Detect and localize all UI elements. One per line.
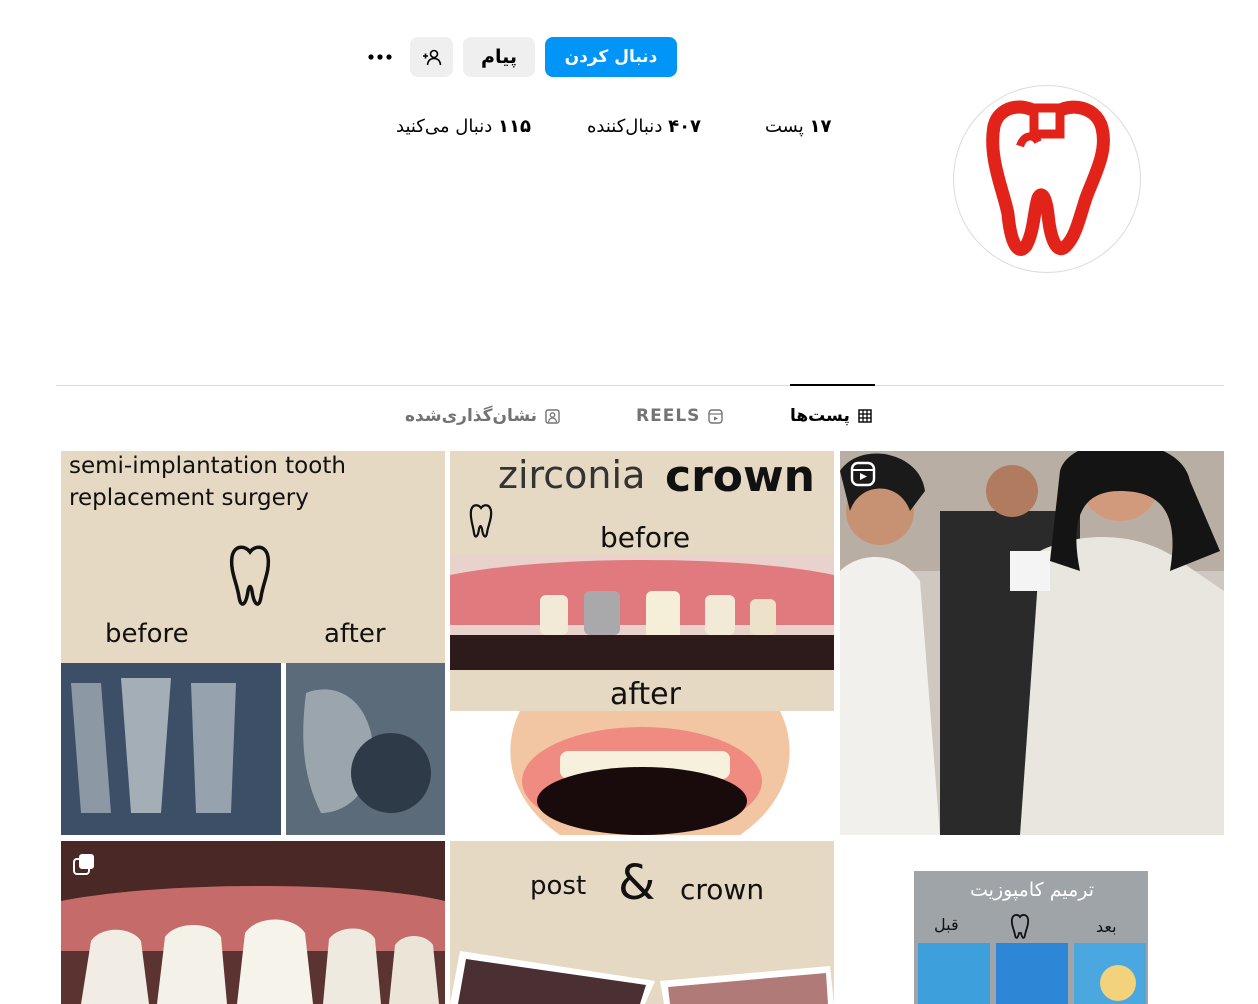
before-photo bbox=[450, 555, 834, 670]
follow-button[interactable]: دنبال کردن bbox=[545, 37, 677, 77]
post-line-2: replacement surgery bbox=[69, 485, 309, 511]
avatar[interactable] bbox=[953, 85, 1141, 273]
more-options-icon bbox=[368, 54, 392, 60]
post-composite[interactable]: ترمیم کامپوزیت قبل بعد bbox=[840, 841, 1224, 1004]
tooth-icon bbox=[469, 504, 493, 538]
post-ampersand: & bbox=[618, 855, 656, 911]
before-label: قبل bbox=[934, 915, 959, 934]
post-crown-photos bbox=[450, 951, 834, 1004]
following-count: ۱۱۵ bbox=[498, 116, 531, 137]
before-label: before bbox=[105, 619, 189, 649]
tab-reels[interactable]: REELS bbox=[636, 406, 724, 426]
post-word-1: post bbox=[530, 871, 587, 901]
tooth-logo bbox=[986, 100, 1110, 256]
tagged-icon bbox=[545, 408, 560, 424]
followers-count: ۴۰۷ bbox=[668, 116, 702, 137]
reel-badge-icon bbox=[850, 461, 876, 487]
tab-reels-label: REELS bbox=[636, 406, 701, 426]
after-label: after bbox=[324, 619, 386, 649]
post-title-1: zirconia bbox=[498, 453, 646, 497]
post-semi-implantation[interactable]: semi-implantation tooth replacement surg… bbox=[61, 451, 445, 835]
xray-photos bbox=[61, 663, 445, 835]
grid-icon bbox=[858, 409, 872, 423]
post-title-2: crown bbox=[665, 451, 815, 502]
followers-label: دنبال‌کننده bbox=[587, 116, 663, 137]
suggest-accounts-button[interactable] bbox=[410, 37, 453, 77]
after-photo bbox=[450, 711, 834, 835]
tooth-icon bbox=[1010, 914, 1030, 939]
posts-count: ۱۷ bbox=[809, 116, 832, 137]
reels-icon bbox=[708, 408, 724, 424]
post-carousel-teeth[interactable] bbox=[61, 841, 445, 1004]
composite-title: ترمیم کامپوزیت bbox=[970, 879, 1095, 901]
tab-tagged[interactable]: نشان‌گذاری‌شده bbox=[405, 406, 560, 426]
reel-photo bbox=[840, 451, 1224, 835]
following-label: دنبال می‌کنید bbox=[396, 116, 493, 137]
after-label: بعد bbox=[1096, 917, 1117, 936]
before-label: before bbox=[600, 521, 691, 554]
tooth-icon bbox=[229, 545, 271, 606]
more-options-button[interactable] bbox=[360, 37, 400, 77]
posts-label: پست bbox=[765, 116, 804, 137]
post-reel[interactable] bbox=[840, 451, 1224, 835]
tab-tagged-label: نشان‌گذاری‌شده bbox=[405, 406, 538, 426]
tabs-divider bbox=[56, 385, 1224, 386]
carousel-badge-icon bbox=[73, 854, 94, 875]
post-zirconia-crown[interactable]: zirconia crown before after bbox=[450, 451, 834, 835]
composite-photos bbox=[918, 943, 1146, 1004]
message-button[interactable]: پیام bbox=[463, 37, 535, 77]
tab-posts[interactable]: پست‌ها bbox=[790, 406, 872, 426]
person-plus-icon bbox=[422, 49, 441, 66]
teeth-photo bbox=[61, 841, 445, 1004]
post-post-and-crown[interactable]: post & crown bbox=[450, 841, 834, 1004]
following-stat[interactable]: ۱۱۵ دنبال می‌کنید bbox=[396, 116, 531, 137]
post-word-2: crown bbox=[680, 873, 765, 906]
tab-posts-label: پست‌ها bbox=[790, 406, 850, 426]
active-tab-indicator bbox=[790, 384, 875, 386]
followers-stat[interactable]: ۴۰۷ دنبال‌کننده bbox=[587, 116, 701, 137]
post-line-1: semi-implantation tooth bbox=[69, 453, 346, 479]
posts-stat: ۱۷ پست bbox=[765, 116, 831, 137]
after-label: after bbox=[610, 677, 681, 712]
